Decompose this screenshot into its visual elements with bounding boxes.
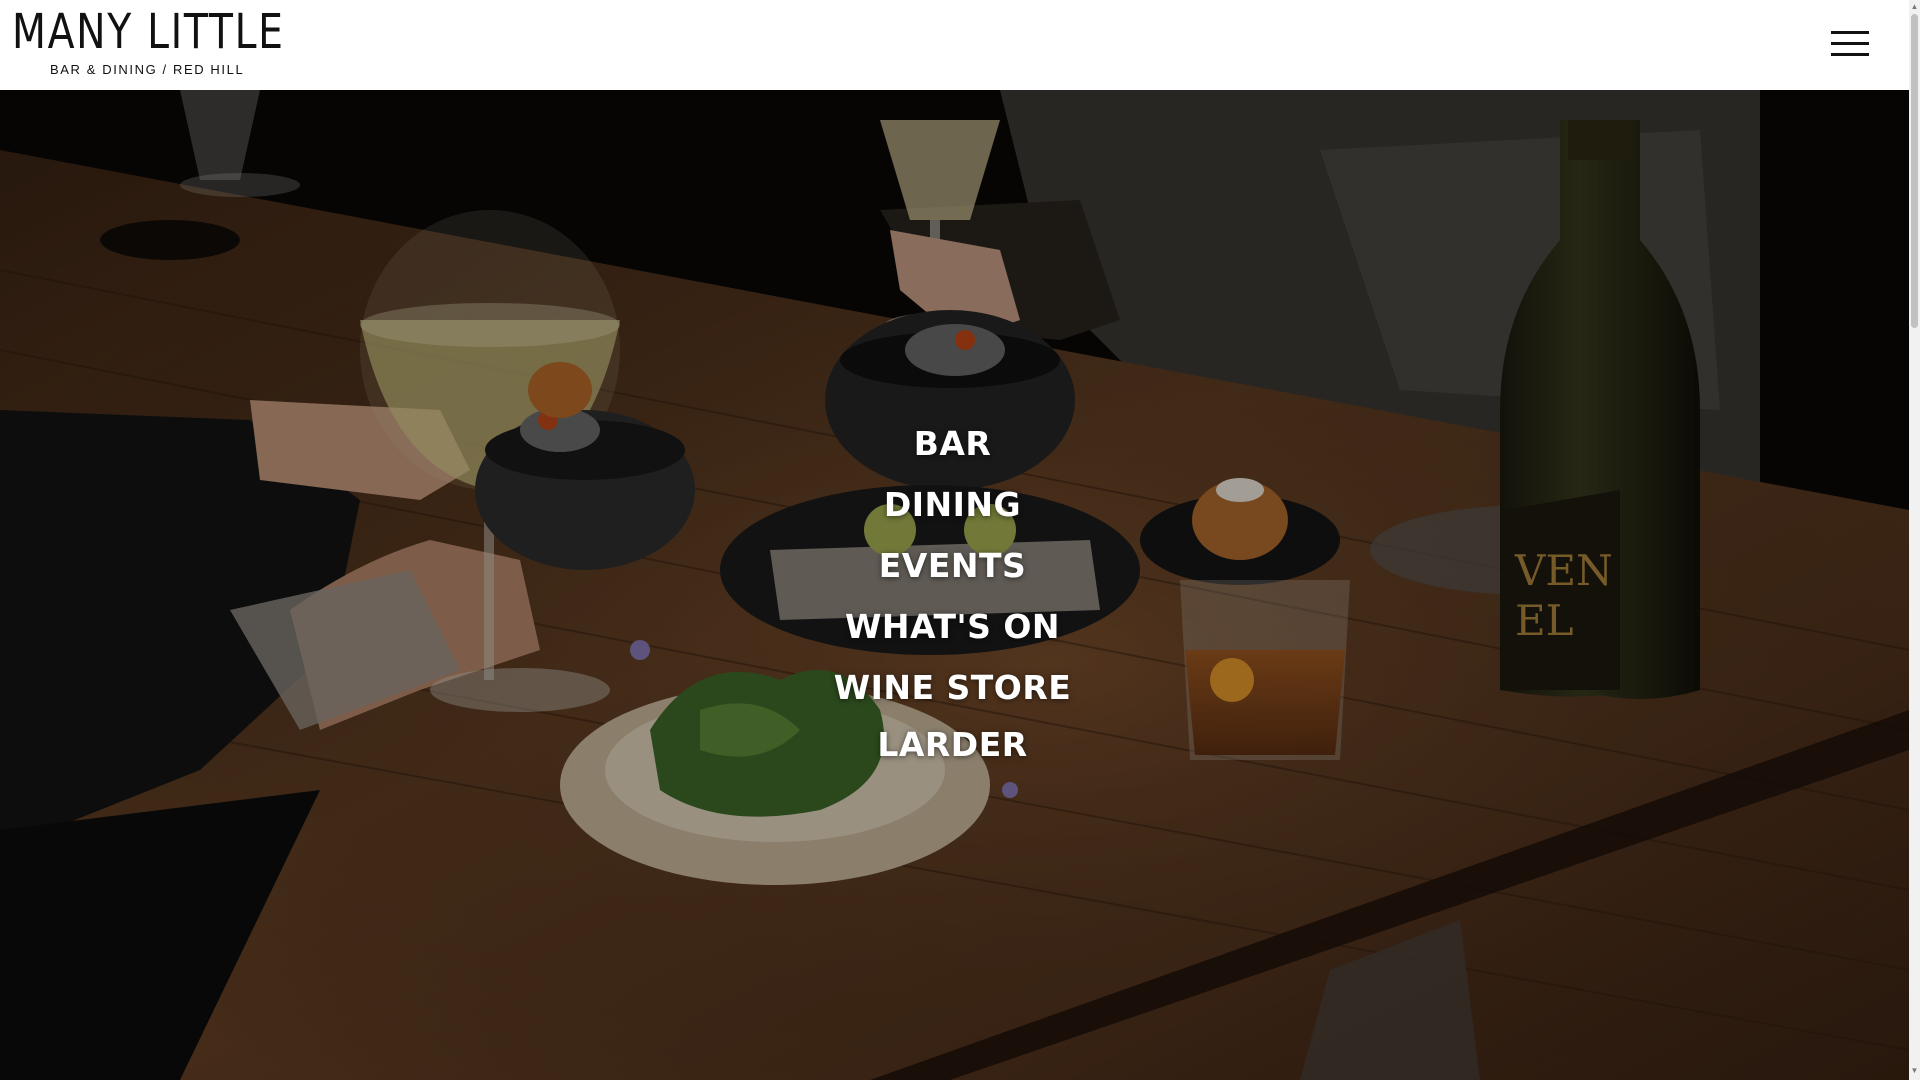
scroll-down-arrow-icon[interactable]: ▼	[1910, 1066, 1919, 1076]
site-header: MANY LITTLE BAR & DINING / RED HILL	[0, 0, 1909, 90]
site-logo[interactable]: MANY LITTLE BAR & DINING / RED HILL	[12, 8, 292, 82]
scrollbar-thumb[interactable]	[1911, 14, 1918, 328]
nav-item-larder[interactable]: LARDER	[0, 725, 1905, 764]
menu-bar-middle	[1831, 42, 1869, 45]
nav-item-bar[interactable]: BAR	[0, 424, 1905, 463]
nav-item-whats-on[interactable]: WHAT'S ON	[0, 607, 1905, 646]
nav-item-wine-store[interactable]: WINE STORE	[0, 668, 1905, 707]
hamburger-menu-icon[interactable]	[1831, 29, 1869, 59]
nav-item-events[interactable]: EVENTS	[0, 546, 1905, 585]
scroll-up-arrow-icon[interactable]: ▲	[1910, 2, 1919, 12]
logo-subtitle: BAR & DINING / RED HILL	[50, 62, 245, 77]
menu-bar-bottom	[1831, 53, 1869, 56]
nav-item-dining[interactable]: DINING	[0, 485, 1905, 524]
main-navigation: BAR DINING EVENTS WHAT'S ON WINE STORE L…	[0, 90, 1909, 1080]
page-scrollbar[interactable]: ▲ ▼	[1909, 0, 1920, 1080]
menu-bar-top	[1831, 31, 1869, 34]
logo-title: MANY LITTLE	[12, 4, 285, 60]
hero-section: VEN EL BAR DINING EVENTS WHAT'S ON WINE …	[0, 90, 1909, 1080]
